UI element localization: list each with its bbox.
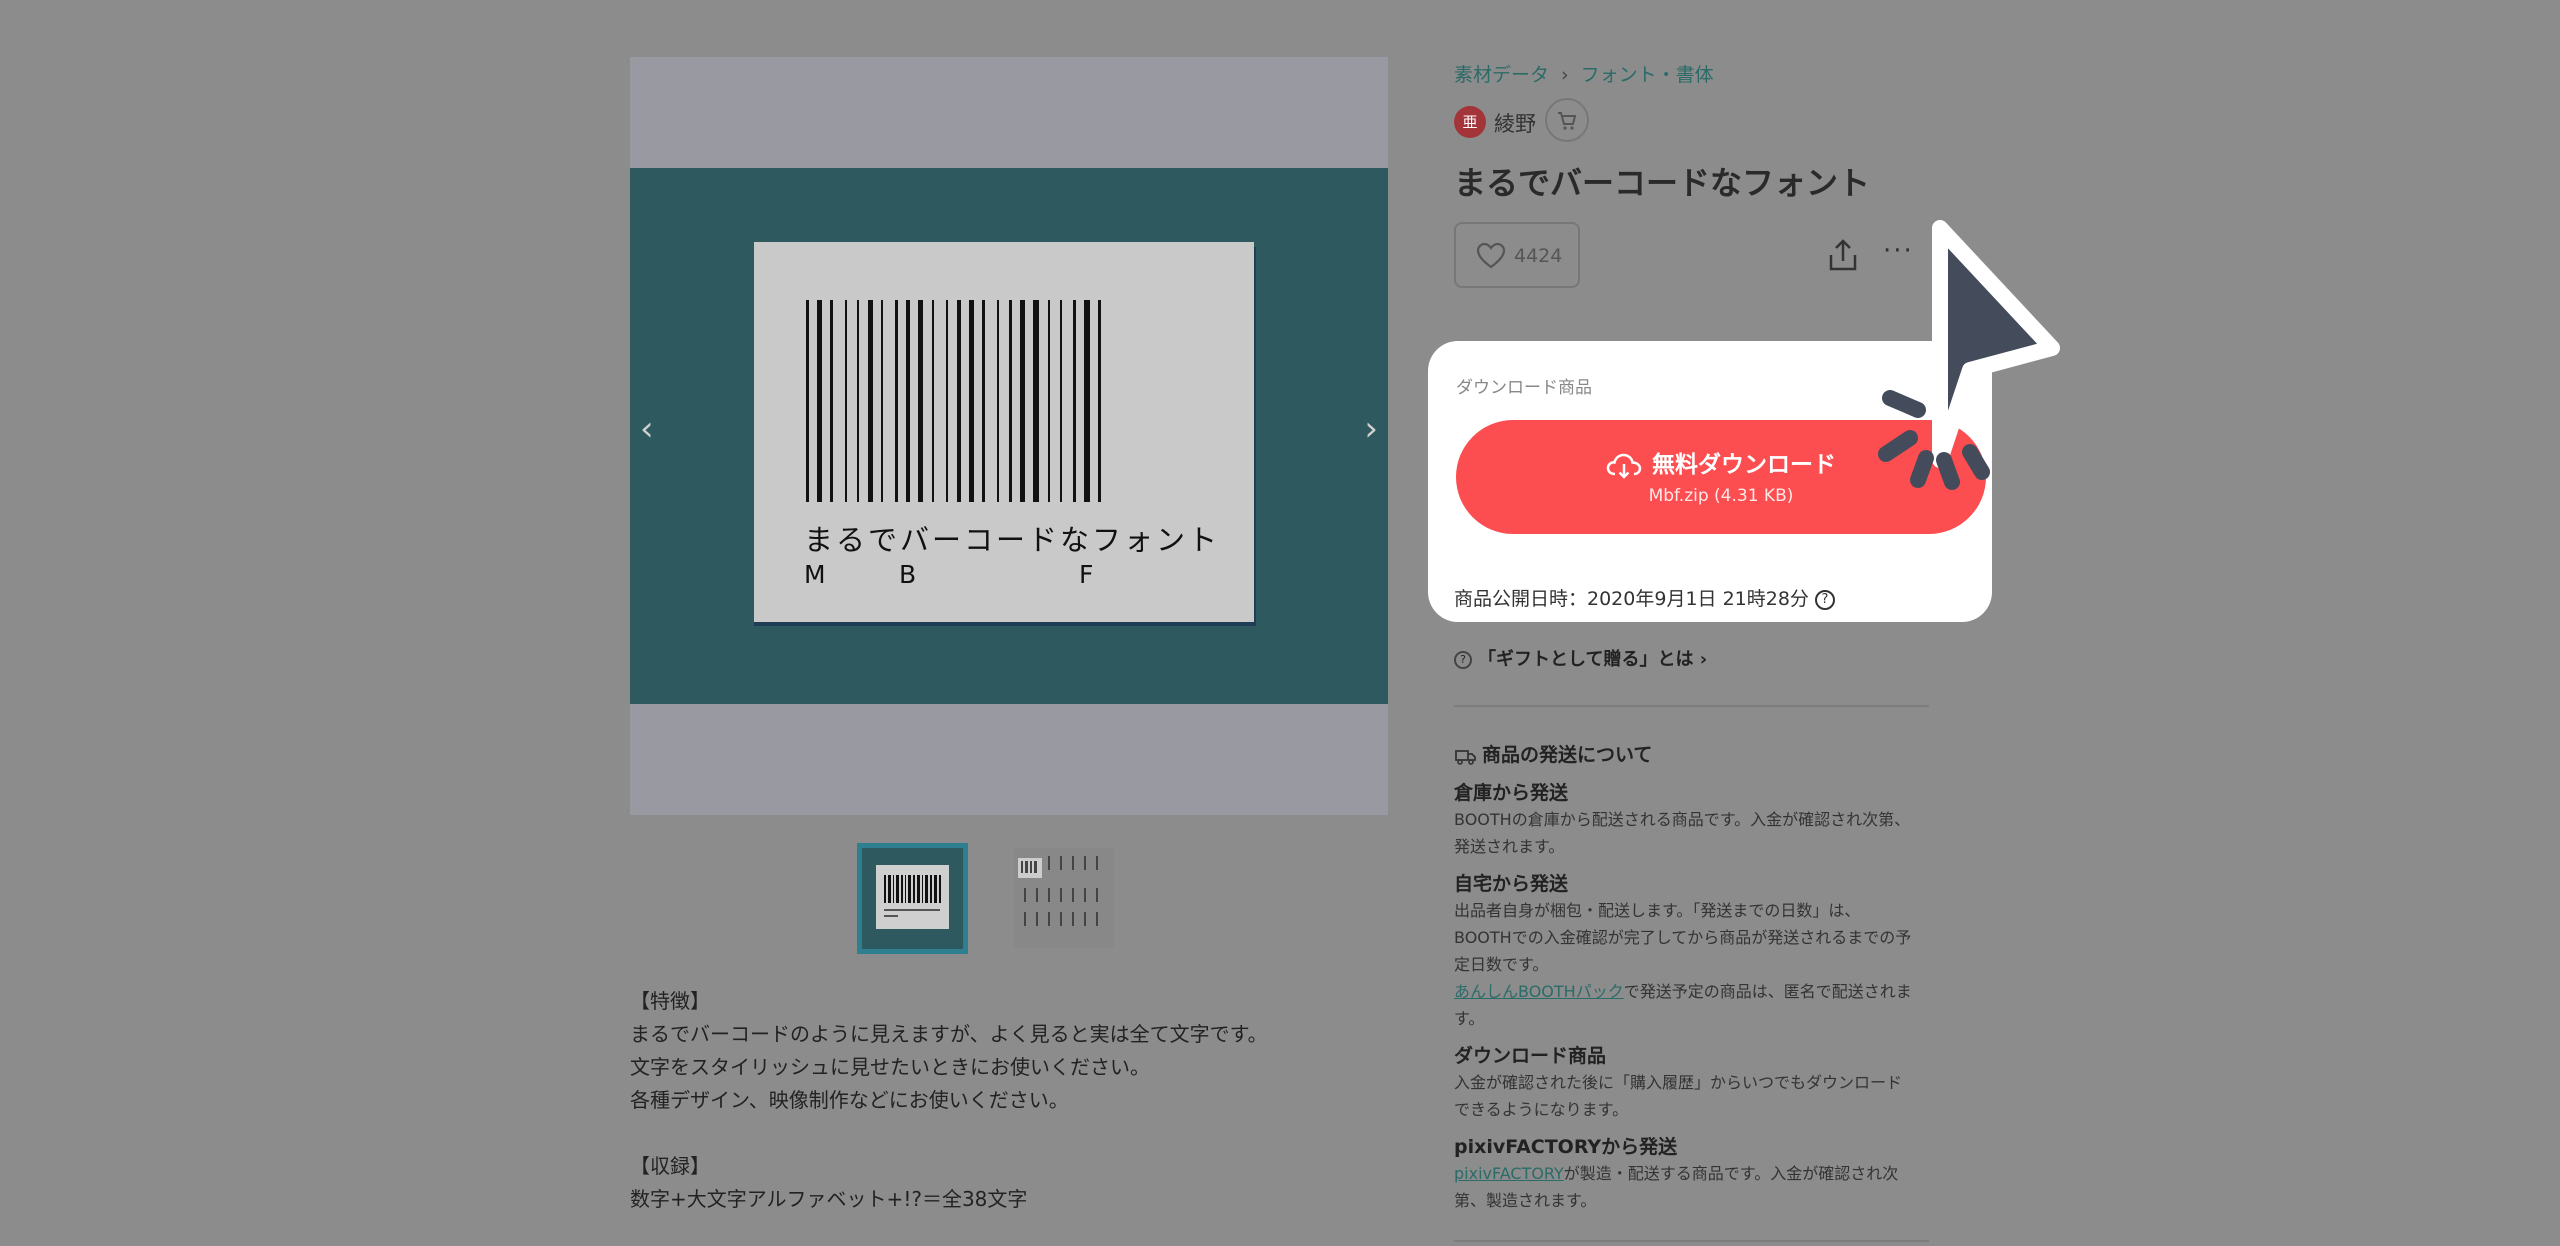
shipping-factory: pixivFACTORYから発送 pixivFACTORYが製造・配送する商品で… <box>1454 1134 1929 1214</box>
barcode-bar <box>895 300 898 502</box>
help-icon[interactable]: ? <box>1814 589 1835 610</box>
shipping-text-line: BOOTHでの入金確認が完了してから商品が発送されるまでの予 <box>1454 928 1912 947</box>
next-image-arrow-icon[interactable]: › <box>1364 409 1378 449</box>
divider <box>1454 1240 1929 1242</box>
chevron-right-icon: › <box>1693 649 1708 670</box>
shipping-text-line: BOOTHの倉庫から配送される商品です。入金が確認され次第、 <box>1454 810 1911 829</box>
barcode-bar <box>881 300 883 502</box>
barcode-bar <box>997 300 999 502</box>
question-icon: ? <box>1454 651 1472 669</box>
publish-date-text: 商品公開日時：2020年9月1日 21時28分 <box>1454 588 1809 610</box>
barcode-bar <box>1033 300 1039 502</box>
barcode-bar <box>845 300 847 502</box>
barcode-bar <box>918 300 923 502</box>
card-sub-letter: F <box>1079 560 1094 589</box>
gift-info-link[interactable]: ? 「ギフトとして贈る」とは › <box>1454 645 1707 671</box>
shipping-text-line: pixivFACTORYが製造・配送する商品です。入金が確認され次 <box>1454 1160 1929 1187</box>
cart-icon <box>1558 112 1577 130</box>
breadcrumb-subcategory-link[interactable]: フォント・書体 <box>1581 64 1714 86</box>
shipping-text-line: 発送されます。 <box>1454 837 1565 856</box>
download-section-label: ダウンロード商品 <box>1456 378 1592 398</box>
shipping-text-line: す。 <box>1454 1009 1485 1028</box>
shipping-heading-text: 商品の発送について <box>1482 744 1653 766</box>
like-count: 4424 <box>1514 245 1563 267</box>
product-title: まるでバーコードなフォント <box>1454 164 1871 202</box>
divider <box>1454 705 1929 707</box>
barcode-bar <box>806 300 809 502</box>
shop-avatar[interactable]: 亜 <box>1454 106 1486 138</box>
description-line: 【特徴】 <box>630 989 710 1013</box>
font-sample-card: まるでバーコードなフォント M B F <box>754 242 1254 622</box>
shipping-text-line: 入金が確認された後に「購入履歴」からいつでもダウンロード <box>1454 1073 1903 1092</box>
barcode-bar <box>982 300 985 502</box>
thumbnail-2[interactable] <box>1014 848 1114 948</box>
thumbnail-barcode-icon <box>884 875 941 917</box>
barcode-bar <box>1073 300 1076 502</box>
barcode-bar <box>969 300 974 502</box>
gift-label: 「ギフトとして贈る」とは <box>1478 649 1694 670</box>
barcode-bar <box>1020 300 1025 502</box>
description-line: まるでバーコードのように見えますが、よく見ると実は全て文字です。 <box>630 1022 1268 1046</box>
product-image-gallery[interactable]: まるでバーコードなフォント M B F ‹ › <box>630 57 1388 815</box>
description-line <box>630 1117 1268 1150</box>
chevron-right-icon: › <box>1561 64 1569 86</box>
shipping-home-title: 自宅から発送 <box>1454 873 1569 895</box>
shipping-warehouse-title: 倉庫から発送 <box>1454 782 1569 804</box>
like-button[interactable]: 4424 <box>1454 222 1580 288</box>
barcode-bar <box>868 300 873 502</box>
shipping-home: 自宅から発送 出品者自身が梱包・配送します。「発送までの日数」は、 BOOTHで… <box>1454 871 1929 1032</box>
pixiv-factory-link[interactable]: pixivFACTORY <box>1454 1164 1564 1183</box>
barcode-bar <box>1048 300 1050 502</box>
main-product-image: まるでバーコードなフォント M B F <box>630 168 1388 704</box>
shipping-text-line: 第、製造されます。 <box>1454 1191 1597 1210</box>
shipping-text: で発送予定の商品は、匿名で配送されま <box>1623 982 1912 1001</box>
barcode-bar <box>857 300 859 502</box>
barcode-bar <box>1084 300 1090 502</box>
barcode-bar <box>906 300 910 502</box>
shop-name-link[interactable]: 綾野 <box>1494 108 1536 138</box>
breadcrumb-category-link[interactable]: 素材データ <box>1454 64 1549 86</box>
shipping-heading: 商品の発送について <box>1454 740 1652 767</box>
shipping-factory-title: pixivFACTORYから発送 <box>1454 1136 1678 1158</box>
barcode-bar <box>1098 300 1101 502</box>
cloud-download-icon <box>1606 453 1642 479</box>
barcode-graphic <box>806 300 1101 502</box>
barcode-bar <box>817 300 822 502</box>
description-line: 各種デザイン、映像制作などにお使いください。 <box>630 1088 1069 1112</box>
shipping-text: が製造・配送する商品です。入金が確認され次 <box>1563 1164 1899 1183</box>
shipping-text-line: あんしんBOOTHパックで発送予定の商品は、匿名で配送されま <box>1454 978 1929 1005</box>
shipping-warehouse: 倉庫から発送 BOOTHの倉庫から配送される商品です。入金が確認され次第、 発送… <box>1454 780 1929 860</box>
description-line: 数字+大文字アルファベット+!?＝全38文字 <box>630 1187 1028 1211</box>
barcode-bar <box>1009 300 1012 502</box>
shipping-text-line: 出品者自身が梱包・配送します。「発送までの日数」は、 <box>1454 901 1861 920</box>
card-title: まるでバーコードなフォント <box>804 523 1221 557</box>
shipping-download: ダウンロード商品 入金が確認された後に「購入履歴」からいつでもダウンロード でき… <box>1454 1043 1929 1123</box>
truck-icon <box>1455 749 1476 765</box>
barcode-bar <box>830 300 833 502</box>
prev-image-arrow-icon[interactable]: ‹ <box>640 409 654 449</box>
thumbnail-glyphs-icon <box>1018 856 1098 926</box>
shipping-text-line: 定日数です。 <box>1454 955 1549 974</box>
barcode-bar <box>932 300 934 502</box>
card-sub-letter: M <box>804 560 826 589</box>
shipping-download-title: ダウンロード商品 <box>1454 1045 1607 1067</box>
breadcrumb: 素材データ › フォント・書体 <box>1454 60 1714 87</box>
card-sub-letter: B <box>899 560 917 589</box>
shop-cart-button[interactable] <box>1545 98 1589 142</box>
thumbnail-1[interactable] <box>857 843 968 954</box>
shipping-text-line: できるようになります。 <box>1454 1100 1629 1119</box>
cursor-pointer-icon <box>1878 220 2060 490</box>
description-line: 文字をスタイリッシュに見せたいときにお使いください。 <box>630 1055 1150 1079</box>
barcode-bar <box>957 300 961 502</box>
anshin-booth-pack-link[interactable]: あんしんBOOTHパック <box>1454 982 1624 1001</box>
thumbnail-1-card <box>876 865 949 929</box>
description-line: 【収録】 <box>630 1154 710 1178</box>
card-subtitle: M B F <box>804 560 1104 592</box>
heart-icon <box>1476 242 1506 269</box>
barcode-bar <box>1060 300 1062 502</box>
publish-date: 商品公開日時：2020年9月1日 21時28分? <box>1454 584 1835 611</box>
product-description: 【特徴】 まるでバーコードのように見えますが、よく見ると実は全て文字です。 文字… <box>630 985 1268 1216</box>
barcode-bar <box>946 300 948 502</box>
